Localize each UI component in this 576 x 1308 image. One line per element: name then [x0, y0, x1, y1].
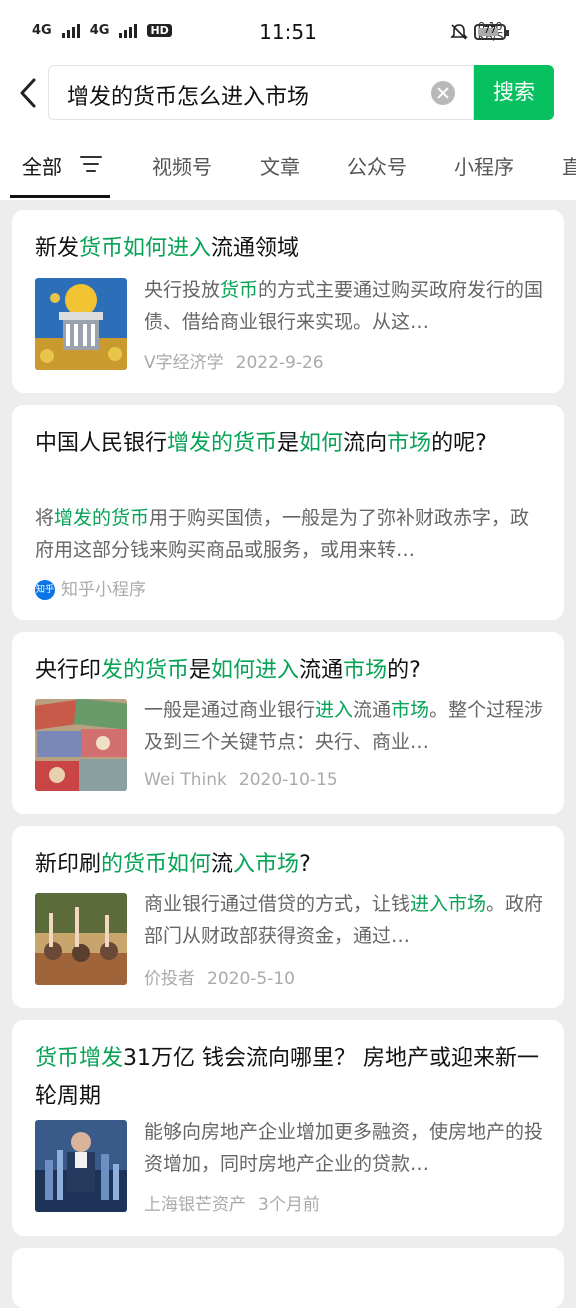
keyword-highlight: 货币增发: [35, 1046, 124, 1071]
search-button[interactable]: 搜索: [474, 65, 554, 120]
result-title[interactable]: 新发货币如何进入流通领域: [35, 230, 544, 268]
keyword-highlight: 进入: [315, 699, 354, 721]
text-segment: 流通: [353, 699, 392, 721]
result-title[interactable]: 中国人民银行增发的货币是如何流向市场的呢?: [35, 425, 544, 463]
clear-icon[interactable]: [431, 81, 455, 105]
result-card[interactable]: 央行印发的货币是如何进入流通市场的? 一般是通过商业银行进入流通市场。整个过程涉…: [12, 632, 564, 814]
search-query[interactable]: 增发的货币怎么进入市场: [67, 79, 309, 111]
result-date: 2020-10-15: [238, 770, 338, 790]
keyword-highlight: 市场: [343, 658, 388, 683]
tab-miniprograms[interactable]: 小程序: [454, 151, 514, 180]
result-thumbnail: [35, 1120, 127, 1212]
text-segment: 商业银行通过借贷的方式，让钱: [144, 893, 411, 915]
text-segment: 流向: [343, 431, 388, 456]
keyword-highlight: 货币: [220, 279, 259, 301]
keyword-highlight: 进入市场: [410, 893, 487, 915]
result-source[interactable]: 知乎小程序: [61, 580, 146, 600]
result-card[interactable]: 新发货币如何进入流通领域 央行投放货币的方式主要通过购买政府发行的国债、借给商业…: [12, 210, 564, 393]
keyword-highlight: 市场: [391, 699, 430, 721]
tab-live[interactable]: 直: [562, 151, 576, 180]
filter-icon[interactable]: [80, 155, 102, 173]
text-segment: ?: [299, 852, 311, 877]
battery-icon: 77: [474, 24, 509, 40]
result-date: 3个月前: [258, 1195, 320, 1215]
result-meta: V字经济学 2022-9-26: [144, 348, 324, 373]
text-segment: 流通领域: [211, 236, 300, 261]
result-source[interactable]: Wei Think: [144, 770, 227, 790]
result-snippet: 能够向房地产企业增加更多融资，使房地产的投资增加，同时房地产企业的贷款…: [144, 1116, 544, 1180]
result-snippet: 一般是通过商业银行进入流通市场。整个过程涉及到三个关键节点：央行、商业…: [144, 694, 544, 758]
result-card[interactable]: 货币增发31万亿 钱会流向哪里？ 房地产或迎来新一轮周期 能够向房地产企业增加更…: [12, 1020, 564, 1236]
result-thumbnail: [35, 699, 127, 791]
result-date: 2020-5-10: [207, 969, 295, 989]
keyword-highlight: 增发的货币: [167, 431, 278, 456]
result-title[interactable]: 货币增发31万亿 钱会流向哪里？ 房地产或迎来新一轮周期: [35, 1040, 544, 1116]
result-source[interactable]: 价投者: [144, 969, 195, 989]
keyword-highlight: 增发的货币: [54, 507, 150, 529]
result-thumbnail: [35, 893, 127, 985]
text-segment: 的?: [387, 658, 421, 683]
keyword-highlight: 发的货币: [101, 658, 190, 683]
text-segment: 央行印: [35, 658, 102, 683]
result-snippet: 央行投放货币的方式主要通过购买政府发行的国债、借给商业银行来实现。从这…: [144, 274, 544, 338]
keyword-highlight: 市场: [387, 431, 432, 456]
search-input[interactable]: 增发的货币怎么进入市场: [48, 65, 474, 120]
result-snippet: 将增发的货币用于购买国债，一般是为了弥补财政赤字，政府用这部分钱来购买商品或服务…: [35, 502, 544, 566]
tab-accounts[interactable]: 公众号: [347, 151, 407, 180]
result-meta: 知乎 知乎小程序: [35, 575, 146, 600]
text-segment: 新发: [35, 236, 80, 261]
tab-articles[interactable]: 文章: [260, 151, 300, 180]
battery-level: 77: [483, 25, 497, 36]
text-segment: 将: [35, 507, 55, 529]
keyword-highlight: 如何进入: [211, 658, 300, 683]
tab-channels[interactable]: 视频号: [152, 151, 212, 180]
text-segment: 是: [277, 431, 300, 456]
result-source[interactable]: 上海银芒资产: [144, 1195, 246, 1215]
result-meta: 上海银芒资产 3个月前: [144, 1190, 320, 1215]
active-tab-indicator: [10, 195, 110, 198]
status-bar: 4G 4G HD 11:51 0.10 KB/S 77: [0, 0, 576, 64]
text-segment: 的呢?: [431, 431, 487, 456]
result-title[interactable]: 央行印发的货币是如何进入流通市场的?: [35, 652, 544, 690]
tab-all[interactable]: 全部: [22, 151, 62, 180]
result-card[interactable]: 中国人民银行增发的货币是如何流向市场的呢? 将增发的货币用于购买国债，一般是为了…: [12, 405, 564, 620]
text-segment: 是: [189, 658, 212, 683]
text-segment: 中国人民银行: [35, 431, 168, 456]
keyword-highlight: 的货币如何: [101, 852, 212, 877]
zhihu-logo-icon: 知乎: [35, 580, 55, 600]
result-date: 2022-9-26: [235, 353, 324, 373]
result-source[interactable]: V字经济学: [144, 353, 224, 373]
tab-bar: 全部 视频号 文章 公众号 小程序 直: [0, 135, 576, 199]
result-card-partial[interactable]: [12, 1248, 564, 1308]
result-meta: Wei Think 2020-10-15: [144, 770, 338, 790]
text-segment: 能够向房地产企业增加更多融资，使房地产的投资增加，同时房地产企业的贷款…: [144, 1121, 544, 1175]
result-thumbnail: [35, 278, 127, 370]
mute-icon: [450, 24, 468, 40]
text-segment: 一般是通过商业银行: [144, 699, 316, 721]
text-segment: 流通: [299, 658, 344, 683]
text-segment: 新印刷: [35, 852, 102, 877]
back-arrow-icon[interactable]: [14, 74, 42, 112]
keyword-highlight: 如何: [299, 431, 344, 456]
keyword-highlight: 入市场: [233, 852, 300, 877]
result-snippet: 商业银行通过借贷的方式，让钱进入市场。政府部门从财政部获得资金，通过…: [144, 888, 544, 952]
result-card[interactable]: 新印刷的货币如何流入市场? 商业银行通过借贷的方式，让钱进入市场。政府部门从财政…: [12, 826, 564, 1008]
result-meta: 价投者 2020-5-10: [144, 964, 295, 989]
keyword-highlight: 货币如何进入: [79, 236, 212, 261]
text-segment: 流: [211, 852, 234, 877]
text-segment: 央行投放: [144, 279, 221, 301]
result-title[interactable]: 新印刷的货币如何流入市场?: [35, 846, 544, 884]
